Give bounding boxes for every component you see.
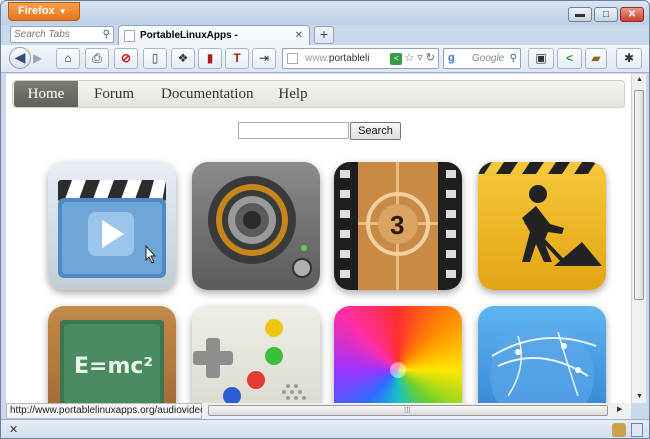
close-window-button[interactable]: ✕ — [620, 7, 644, 22]
share-icon[interactable]: < — [390, 53, 403, 65]
bookmarks-icon[interactable]: ▰ — [585, 48, 607, 69]
nav-forum[interactable]: Forum — [89, 81, 139, 107]
url-prefix: www. — [305, 53, 329, 64]
tab-strip: Search Tabs ⚲ PortableLinuxApps - ✕ + — [1, 25, 649, 46]
url-text: portableli — [328, 53, 370, 64]
app-audio-speaker[interactable] — [192, 162, 320, 290]
grip-icon: ⁞⁞⁞ — [404, 406, 411, 415]
chevron-down-icon: ▼ — [58, 7, 67, 16]
search-engine-placeholder: Google — [472, 53, 505, 64]
svg-text:3: 3 — [390, 210, 404, 240]
tab-active[interactable]: PortableLinuxApps - ✕ — [118, 25, 310, 46]
site-navigation: Home Forum Documentation Help — [12, 80, 625, 108]
chalkboard-text: E=mc² — [74, 354, 154, 379]
maximize-button[interactable]: □ — [594, 7, 618, 22]
nav-documentation[interactable]: Documentation — [161, 81, 253, 107]
new-tab-button[interactable]: + — [314, 26, 334, 44]
app-film-countdown[interactable]: 3 — [334, 162, 462, 290]
vertical-scroll-thumb[interactable] — [634, 90, 644, 300]
minimize-button[interactable]: ▬ — [568, 7, 592, 22]
horizontal-scroll-thumb[interactable]: ⁞⁞⁞ — [208, 405, 608, 416]
dropdown-icon[interactable]: ▿ — [417, 52, 423, 64]
page-icon — [124, 30, 135, 42]
app-video-player[interactable] — [48, 162, 176, 290]
gamepad-icon — [193, 319, 306, 403]
search-icon[interactable]: ⚲ — [510, 49, 517, 68]
sidebar-button[interactable]: ▯ — [143, 48, 167, 69]
video-player-icon — [58, 180, 166, 278]
status-bar: ✕ — [1, 419, 649, 438]
screenshot-icon[interactable]: ▣ — [528, 48, 554, 69]
scroll-right-icon[interactable]: ▶ — [617, 405, 622, 413]
url-bar[interactable]: www.portableli < ☆ ▿ ↻ — [282, 48, 439, 69]
search-icon: ⚲ — [102, 29, 110, 40]
scroll-down-icon[interactable]: ▼ — [632, 391, 647, 403]
page-viewport: Home Forum Documentation Help Search 3 E… — [6, 74, 631, 403]
search-engine-box[interactable]: g Google ⚲ — [443, 48, 521, 69]
app-color-pinwheel[interactable] — [334, 306, 462, 403]
scroll-up-icon[interactable]: ▲ — [632, 74, 647, 86]
google-icon: g — [448, 52, 455, 64]
color-pinwheel-icon — [390, 362, 406, 378]
vertical-scrollbar[interactable]: ▲ ▼ — [631, 74, 646, 403]
back-button[interactable]: ◀ — [9, 47, 31, 69]
globe-network-icon — [490, 324, 597, 403]
close-tab-icon[interactable]: ✕ — [295, 26, 303, 45]
navigation-toolbar: ◀ ▶ ⌂ ⎙ ⊘ ▯ ❖ ▮ T ⇥ www.portableli < ☆ ▿ … — [1, 45, 649, 73]
close-addon-bar-icon[interactable]: ✕ — [9, 423, 18, 436]
url-tools: < ☆ ▿ ↻ — [388, 49, 435, 68]
bookmark-star-icon[interactable]: ☆ — [404, 52, 414, 64]
forward-button[interactable]: ▶ — [33, 51, 42, 65]
notes-status-icon[interactable] — [631, 423, 643, 437]
search-tabs-input[interactable]: Search Tabs ⚲ — [10, 26, 114, 43]
title-bar: Firefox ▼ ▬ □ ✕ — [1, 1, 649, 25]
film-countdown-icon: 3 — [340, 162, 456, 290]
nav-help[interactable]: Help — [275, 81, 311, 107]
stop-block-icon[interactable]: ⊘ — [114, 48, 138, 69]
print-button[interactable]: ⎙ — [85, 48, 109, 69]
reload-icon[interactable]: ↻ — [426, 52, 435, 64]
addon-icon[interactable]: ✱ — [616, 48, 642, 69]
app-construction[interactable] — [478, 162, 606, 290]
page-identity-icon — [287, 53, 298, 64]
share-menu-icon[interactable]: < — [557, 48, 582, 69]
book-icon[interactable]: ▮ — [198, 48, 222, 69]
site-search-button[interactable]: Search — [350, 122, 401, 140]
browser-window: Firefox ▼ ▬ □ ✕ Search Tabs ⚲ PortableLinu… — [0, 0, 650, 439]
app-gamepad[interactable] — [192, 306, 320, 403]
app-globe-network[interactable] — [478, 306, 606, 403]
reader-button[interactable]: ❖ — [171, 48, 195, 69]
status-link-url: http://www.portablelinuxapps.org/audiovi… — [6, 403, 206, 419]
home-button[interactable]: ⌂ — [56, 48, 80, 69]
construction-worker-icon — [478, 162, 602, 266]
site-search-input[interactable] — [238, 122, 349, 139]
firefox-menu-button[interactable]: Firefox ▼ — [8, 2, 80, 21]
horizontal-scrollbar[interactable]: ⁞⁞⁞ ▶ — [202, 403, 631, 419]
app-chalkboard[interactable]: E=mc² — [48, 306, 176, 403]
audio-speaker-icon — [208, 176, 312, 278]
search-tabs-placeholder: Search Tabs — [14, 29, 70, 40]
logout-icon[interactable]: ⇥ — [252, 48, 276, 69]
nav-home[interactable]: Home — [14, 81, 78, 107]
extension-status-icon[interactable] — [612, 423, 626, 437]
tab-title: PortableLinuxApps - — [140, 30, 238, 41]
text-t-icon[interactable]: T — [225, 48, 249, 69]
firefox-menu-label: Firefox — [18, 5, 55, 17]
